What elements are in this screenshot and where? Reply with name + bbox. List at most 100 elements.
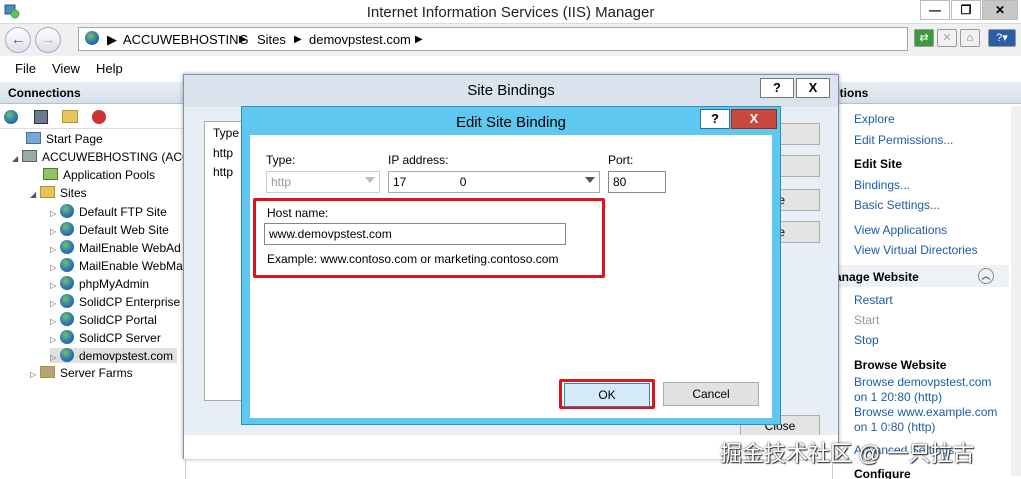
- manage-website-header: anage Website ︿: [833, 265, 1009, 287]
- expand-icon[interactable]: ▷: [50, 317, 60, 326]
- binding-row-type[interactable]: http: [213, 165, 233, 179]
- actions-header: ctions: [833, 82, 1021, 104]
- expand-icon[interactable]: ▷: [50, 245, 60, 254]
- expand-icon[interactable]: ▷: [50, 281, 60, 290]
- site-globe-icon: [60, 348, 74, 362]
- action-bindings[interactable]: Bindings...: [854, 178, 910, 192]
- edit-help-button[interactable]: ?: [700, 109, 730, 129]
- tree-label: Sites: [60, 186, 87, 200]
- site-globe-icon: [60, 204, 74, 218]
- save-icon[interactable]: [34, 110, 48, 124]
- sites-folder-icon: [40, 186, 55, 198]
- address-separator: ▶: [107, 32, 117, 47]
- action-basic-settings[interactable]: Basic Settings...: [854, 198, 940, 212]
- home-icon[interactable]: ⌂: [960, 29, 980, 47]
- port-input[interactable]: 80: [608, 171, 666, 193]
- action-edit-permissions[interactable]: Edit Permissions...: [854, 133, 953, 147]
- expand-icon[interactable]: ▷: [50, 209, 60, 218]
- tree-item-server-farms[interactable]: ▷ Server Farms: [30, 366, 133, 380]
- action-stop[interactable]: Stop: [854, 333, 879, 347]
- tree-item-site[interactable]: ▷ MailEnable WebAd: [50, 240, 181, 255]
- site-bindings-help-button[interactable]: ?: [760, 78, 794, 98]
- refresh-icon[interactable]: ⇄: [914, 29, 934, 47]
- connect-icon[interactable]: [4, 110, 18, 124]
- help-icon[interactable]: ?▾: [988, 29, 1016, 47]
- column-type-header[interactable]: Type: [213, 126, 239, 140]
- type-select[interactable]: http: [266, 171, 380, 193]
- tree-item-site[interactable]: ▷ Default FTP Site: [50, 204, 167, 219]
- dropdown-arrow-icon: [365, 177, 375, 183]
- back-button[interactable]: ←: [5, 27, 31, 53]
- action-browse-site-2[interactable]: Browse www.example.com: [854, 405, 997, 419]
- type-label: Type:: [266, 153, 296, 167]
- tree-label: Default Web Site: [79, 223, 169, 237]
- tree-item-server[interactable]: ◢ ACCUWEBHOSTING (ACC: [12, 150, 191, 164]
- back-arrow-icon: ←: [11, 31, 25, 47]
- ip-address-select[interactable]: 17 0: [388, 171, 600, 193]
- site-bindings-close-button[interactable]: X: [796, 78, 830, 98]
- folder-up-icon[interactable]: [62, 110, 78, 123]
- breadcrumb-site[interactable]: demovpstest.com: [309, 32, 411, 47]
- action-browse-site-1[interactable]: Browse demovpstest.com: [854, 375, 991, 389]
- close-window-button[interactable]: ✕: [982, 0, 1018, 20]
- tree-item-site[interactable]: ▷ SolidCP Server: [50, 330, 161, 345]
- tree-item-site[interactable]: ▷ SolidCP Enterprise: [50, 294, 180, 309]
- breadcrumb-sites[interactable]: Sites: [257, 32, 286, 47]
- tree-item-site[interactable]: ▷ Default Web Site: [50, 222, 169, 237]
- menu-view[interactable]: View: [52, 61, 80, 76]
- maximize-button[interactable]: ❐: [951, 0, 981, 20]
- action-browse-site-2-port[interactable]: on 1 0:80 (http): [854, 420, 935, 434]
- host-name-input[interactable]: www.demovpstest.com: [264, 223, 566, 245]
- actions-scrollbar[interactable]: [1011, 106, 1021, 476]
- collapse-chevron-icon[interactable]: ︿: [978, 268, 994, 284]
- menu-file[interactable]: File: [15, 61, 36, 76]
- expand-icon[interactable]: ▷: [50, 335, 60, 344]
- forward-button[interactable]: →: [35, 27, 61, 53]
- tree-item-site[interactable]: ▷ phpMyAdmin: [50, 276, 149, 291]
- site-globe-icon: [60, 294, 74, 308]
- actions-panel: ctions Explore Edit Permissions... Edit …: [832, 82, 1021, 479]
- type-value: http: [271, 175, 292, 189]
- edit-close-button[interactable]: X: [731, 109, 777, 129]
- tree-item-app-pools[interactable]: Application Pools: [43, 168, 155, 182]
- tree-label: Server Farms: [60, 366, 133, 380]
- action-view-applications[interactable]: View Applications: [854, 223, 947, 237]
- expand-icon[interactable]: ▷: [50, 353, 60, 362]
- site-globe-icon: [60, 276, 74, 290]
- expand-icon[interactable]: ▷: [30, 370, 40, 379]
- tree-item-site[interactable]: ▷ SolidCP Portal: [50, 312, 157, 327]
- menu-help[interactable]: Help: [96, 61, 123, 76]
- action-start[interactable]: Start: [854, 313, 879, 327]
- action-explore[interactable]: Explore: [854, 112, 895, 126]
- action-view-virtual-directories[interactable]: View Virtual Directories: [854, 243, 978, 257]
- expand-icon[interactable]: ▷: [50, 263, 60, 272]
- tree-item-selected-site[interactable]: ▷ demovpstest.com: [50, 348, 178, 363]
- minimize-button[interactable]: —: [920, 0, 950, 20]
- cancel-button[interactable]: Cancel: [663, 382, 759, 406]
- watermark: 掘金技术社区 @ 一只拉古: [720, 441, 975, 466]
- collapse-icon[interactable]: ◢: [12, 154, 22, 163]
- start-page-icon: [26, 132, 41, 144]
- ok-button[interactable]: OK: [564, 383, 650, 407]
- action-browse-site-1-port[interactable]: on 1 20:80 (http): [854, 390, 942, 404]
- binding-row-type[interactable]: http: [213, 146, 233, 160]
- expand-icon[interactable]: ▷: [50, 227, 60, 236]
- action-restart[interactable]: Restart: [854, 293, 893, 307]
- disconnect-icon[interactable]: [92, 110, 106, 124]
- site-globe-icon: [60, 330, 74, 344]
- tree-label: demovpstest.com: [79, 349, 174, 363]
- address-row: ← → ▶ ACCUWEBHOSTING ▶ Sites ▶ demovpste…: [0, 24, 1021, 56]
- stop-icon[interactable]: ✕: [937, 29, 957, 47]
- collapse-icon[interactable]: ◢: [30, 190, 40, 199]
- tree-item-site[interactable]: ▷ MailEnable WebMa: [50, 258, 183, 273]
- tree-label: ACCUWEBHOSTING (ACC: [42, 150, 191, 164]
- tree-item-start-page[interactable]: Start Page: [26, 132, 103, 146]
- breadcrumb-server[interactable]: ACCUWEBHOSTING: [123, 32, 249, 47]
- edit-site-binding-dialog: Edit Site Binding ? X Type: http IP addr…: [241, 106, 781, 425]
- site-globe-icon: [60, 240, 74, 254]
- tree-item-sites[interactable]: ◢ Sites: [30, 186, 87, 200]
- expand-icon[interactable]: ▷: [50, 299, 60, 308]
- tree-label: Application Pools: [63, 168, 156, 182]
- window-title: Internet Information Services (IIS) Mana…: [366, 4, 655, 21]
- address-bar[interactable]: ▶ ACCUWEBHOSTING ▶ Sites ▶ demovpstest.c…: [78, 27, 908, 51]
